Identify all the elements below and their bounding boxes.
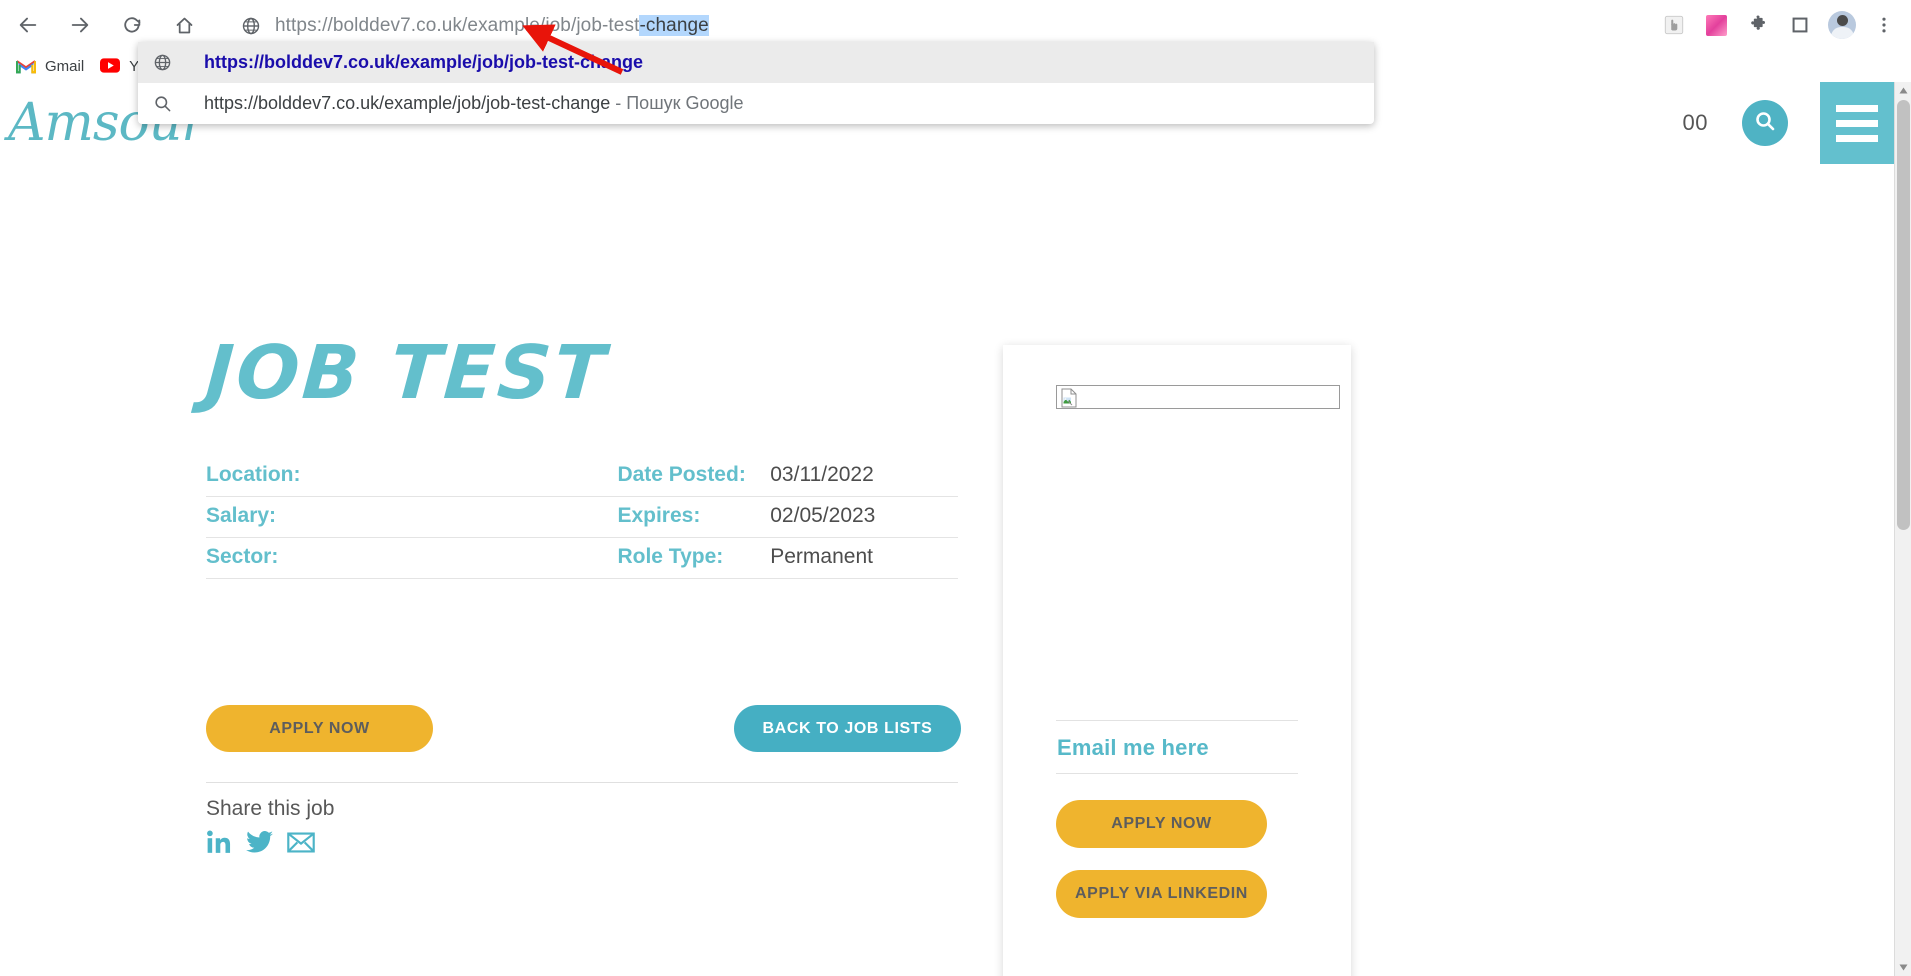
label-role-type: Role Type: xyxy=(617,537,771,579)
linkedin-icon[interactable] xyxy=(206,829,232,860)
suggestion-item-search[interactable]: https://bolddev7.co.uk/example/job/job-t… xyxy=(138,83,1374,124)
back-icon[interactable] xyxy=(8,5,48,45)
address-bar[interactable]: https://bolddev7.co.uk/example/job/job-t… xyxy=(226,7,1462,43)
divider xyxy=(1056,773,1298,774)
value-salary xyxy=(429,496,618,538)
square-window-icon[interactable] xyxy=(1783,8,1817,42)
bookmark-gmail-label: Gmail xyxy=(45,57,85,75)
forward-icon[interactable] xyxy=(60,5,100,45)
twitter-icon[interactable] xyxy=(246,830,273,859)
value-date-posted: 03/11/2022 xyxy=(770,456,958,497)
value-sector xyxy=(429,537,618,579)
email-me-here-link[interactable]: Email me here xyxy=(1057,735,1209,761)
table-row: Sector: Role Type: Permanent xyxy=(206,537,958,579)
label-salary: Salary: xyxy=(206,496,430,538)
profile-avatar-icon[interactable] xyxy=(1825,8,1859,42)
three-dot-menu-icon[interactable] xyxy=(1867,8,1901,42)
suggestion-item-search-text: https://bolddev7.co.uk/example/job/job-t… xyxy=(204,93,744,114)
suggestion-item-url-text: https://bolddev7.co.uk/example/job/job-t… xyxy=(204,52,644,72)
table-row: Salary: Expires: 02/05/2023 xyxy=(206,496,958,538)
pink-gradient-extension-icon[interactable] xyxy=(1699,8,1733,42)
globe-icon xyxy=(152,53,172,73)
extension-hand-icon[interactable] xyxy=(1657,8,1691,42)
suggestion-item-url[interactable]: https://bolddev7.co.uk/example/job/job-t… xyxy=(138,42,1374,83)
url-selected-part: -change xyxy=(639,14,709,36)
job-details-table: Location: Date Posted: 03/11/2022 Salary… xyxy=(206,456,958,579)
label-location: Location: xyxy=(206,456,430,497)
value-expires: 02/05/2023 xyxy=(770,496,958,538)
scroll-thumb[interactable] xyxy=(1897,100,1910,530)
reload-icon[interactable] xyxy=(112,5,152,45)
page-viewport: Amsour 00 JOB TEST Location: Date Posted… xyxy=(0,82,1894,976)
gmail-icon xyxy=(15,58,37,75)
suggestion-search-engine-label: - Пошук Google xyxy=(610,93,744,113)
omnibox-suggestion-dropdown: https://bolddev7.co.uk/example/job/job-t… xyxy=(138,42,1374,124)
page-content: JOB TEST Location: Date Posted: 03/11/20… xyxy=(0,164,1894,976)
omnibox-container: https://bolddev7.co.uk/example/job/job-t… xyxy=(226,7,1649,43)
apply-now-button[interactable]: APPLY NOW xyxy=(206,705,433,752)
label-expires: Expires: xyxy=(617,496,771,538)
header-phone-number: 00 xyxy=(1682,110,1708,135)
hamburger-menu-icon xyxy=(1836,134,1878,142)
scroll-up-arrow[interactable] xyxy=(1895,82,1911,99)
search-icon xyxy=(152,94,172,114)
home-icon[interactable] xyxy=(164,5,204,45)
search-icon xyxy=(1753,109,1777,138)
page-title: JOB TEST xyxy=(202,330,611,416)
sidebar-apply-now-button[interactable]: APPLY NOW xyxy=(1056,800,1267,848)
globe-icon xyxy=(241,16,261,36)
label-date-posted: Date Posted: xyxy=(617,456,771,497)
site-search-button[interactable] xyxy=(1742,100,1788,146)
hamburger-menu-icon xyxy=(1836,104,1878,112)
job-main-column: JOB TEST Location: Date Posted: 03/11/20… xyxy=(202,330,961,579)
email-icon[interactable] xyxy=(287,831,315,858)
puzzle-extensions-icon[interactable] xyxy=(1741,8,1775,42)
scroll-down-arrow[interactable] xyxy=(1895,959,1911,976)
hamburger-menu-icon xyxy=(1836,119,1878,127)
value-location xyxy=(429,456,618,497)
table-row: Location: Date Posted: 03/11/2022 xyxy=(206,456,958,497)
youtube-icon xyxy=(100,57,121,75)
broken-image-placeholder xyxy=(1056,385,1340,409)
divider xyxy=(206,782,958,783)
page-scrollbar[interactable] xyxy=(1894,82,1911,976)
value-role-type: Permanent xyxy=(770,537,958,579)
bookmark-gmail[interactable]: Gmail xyxy=(15,57,85,75)
site-header-right: 00 xyxy=(1683,82,1894,164)
share-this-job-label: Share this job xyxy=(206,797,335,820)
hamburger-menu-button[interactable] xyxy=(1820,82,1894,164)
suggestion-search-query: https://bolddev7.co.uk/example/job/job-t… xyxy=(204,93,611,113)
address-bar-text: https://bolddev7.co.uk/example/job/job-t… xyxy=(275,14,709,37)
label-sector: Sector: xyxy=(206,537,430,579)
url-unselected-part: https://bolddev7.co.uk/example/job/job-t… xyxy=(275,14,640,36)
job-cta-row: APPLY NOW BACK TO JOB LISTS xyxy=(206,705,961,752)
share-this-job-block: Share this job xyxy=(206,782,958,860)
sidebar-apply-via-linkedin-button[interactable]: APPLY VIA LINKEDIN xyxy=(1056,870,1267,918)
share-icon-list xyxy=(206,829,958,860)
consultant-sidebar-card: Email me here APPLY NOW APPLY VIA LINKED… xyxy=(1003,345,1351,976)
divider xyxy=(1056,720,1298,721)
back-to-job-lists-button[interactable]: BACK TO JOB LISTS xyxy=(734,705,961,752)
browser-toolbar-right xyxy=(1649,8,1911,42)
broken-image-icon xyxy=(1061,388,1077,408)
